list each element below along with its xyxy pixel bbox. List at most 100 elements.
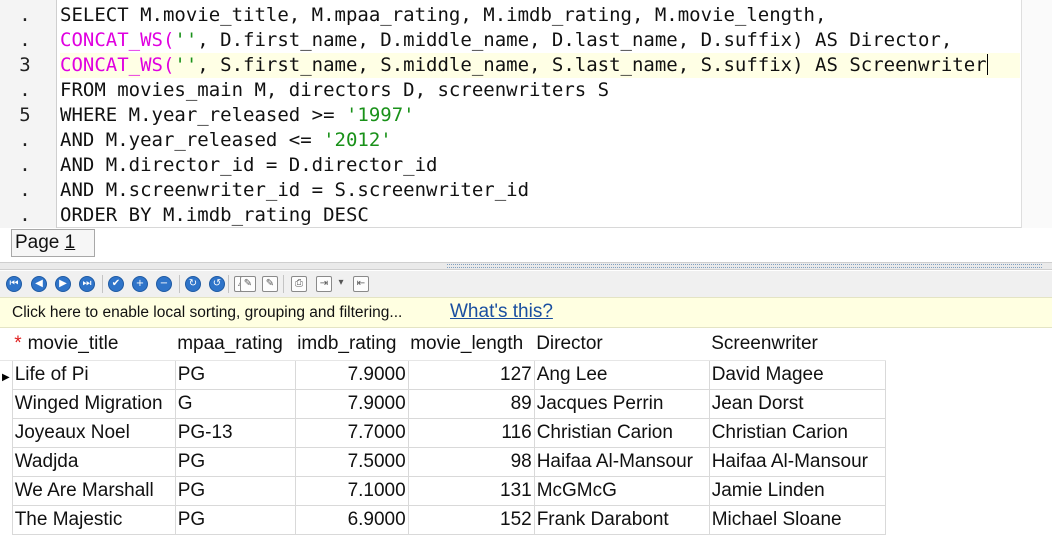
cell-screenwriter[interactable]: Haifaa Al-Mansour bbox=[708, 446, 886, 477]
import-icon[interactable]: ⇤ bbox=[353, 276, 369, 292]
row-indicator[interactable]: ▶ bbox=[0, 360, 13, 389]
cell-movie-length[interactable]: 98 bbox=[407, 446, 535, 477]
table-row[interactable]: Wadjda PG 7.5000 98 Haifaa Al-Mansour Haifaa … bbox=[0, 446, 886, 477]
row-indicator[interactable] bbox=[0, 447, 13, 476]
cell-imdb-rating[interactable]: 7.5000 bbox=[294, 446, 409, 477]
cell-director[interactable]: Jacques Perrin bbox=[533, 388, 710, 419]
cell-screenwriter[interactable]: David Magee bbox=[708, 359, 886, 390]
code-line[interactable]: SELECT M.movie_title, M.mpaa_rating, M.i… bbox=[60, 3, 1020, 28]
cell-screenwriter[interactable]: Michael Sloane bbox=[708, 504, 886, 535]
sql-keyword: DESC bbox=[323, 204, 369, 226]
cell-director[interactable]: Haifaa Al-Mansour bbox=[533, 446, 710, 477]
cell-movie-length[interactable]: 89 bbox=[407, 388, 535, 419]
column-header-movie-length[interactable]: movie_length bbox=[408, 329, 535, 361]
toolbar-separator bbox=[228, 275, 229, 293]
code-line[interactable]: WHERE M.year_released >= '1997' bbox=[60, 103, 1020, 128]
cell-screenwriter[interactable]: Jamie Linden bbox=[708, 475, 886, 506]
table-header-row: * movie_title mpaa_rating imdb_rating movie_… bbox=[0, 329, 886, 361]
code-line[interactable]: CONCAT_WS('', D.first_name, D.middle_nam… bbox=[60, 28, 1020, 53]
refresh-icon[interactable]: ↻ bbox=[185, 276, 201, 292]
row-indicator[interactable] bbox=[0, 476, 13, 505]
tab-page-1[interactable]: Page 1 bbox=[11, 229, 95, 257]
cell-screenwriter[interactable]: Christian Carion bbox=[708, 417, 886, 448]
cell-mpaa-rating[interactable]: G bbox=[174, 388, 296, 419]
row-indicator[interactable] bbox=[0, 505, 13, 534]
column-header-mpaa-rating[interactable]: mpaa_rating bbox=[175, 329, 296, 361]
sql-text: Screenwriter bbox=[837, 54, 987, 76]
cell-mpaa-rating[interactable]: PG bbox=[174, 504, 296, 535]
splitter-grip[interactable] bbox=[447, 264, 1042, 268]
code-line[interactable]: AND M.year_released <= '2012' bbox=[60, 128, 1020, 153]
pane-splitter[interactable] bbox=[0, 262, 1052, 270]
cell-imdb-rating[interactable]: 7.9000 bbox=[294, 388, 409, 419]
export-icon[interactable]: ⇥ bbox=[316, 276, 332, 292]
cell-movie-length[interactable]: 131 bbox=[407, 475, 535, 506]
cell-mpaa-rating[interactable]: PG-13 bbox=[174, 417, 296, 448]
cell-movie-title[interactable]: Wadjda bbox=[11, 446, 176, 477]
export-dropdown-icon[interactable]: ▾ bbox=[336, 276, 346, 292]
sql-keyword: AS bbox=[815, 29, 838, 51]
table-row[interactable]: We Are Marshall PG 7.1000 131 McGMcG Jamie Li… bbox=[0, 475, 886, 506]
code-line[interactable]: AND M.director_id = D.director_id bbox=[60, 153, 1020, 178]
grid-info-bar[interactable]: Click here to enable local sorting, grou… bbox=[0, 297, 1052, 328]
cell-movie-title[interactable]: Winged Migration bbox=[11, 388, 176, 419]
cell-mpaa-rating[interactable]: PG bbox=[174, 359, 296, 390]
print-icon[interactable]: ⎙ bbox=[291, 276, 307, 292]
cell-imdb-rating[interactable]: 7.1000 bbox=[294, 475, 409, 506]
insert-record-icon[interactable]: + bbox=[132, 276, 148, 292]
next-record-icon[interactable]: ▶ bbox=[55, 276, 71, 292]
sql-text: M.screenwriter_id = S.screenwriter_id bbox=[94, 179, 530, 201]
cell-movie-title[interactable]: The Majestic bbox=[11, 504, 176, 535]
row-indicator[interactable] bbox=[0, 418, 13, 447]
result-table: * movie_title mpaa_rating imdb_rating movie_… bbox=[0, 329, 886, 535]
column-header-label: imdb_rating bbox=[297, 333, 397, 355]
sql-keyword: FROM bbox=[60, 79, 106, 101]
cell-mpaa-rating[interactable]: PG bbox=[174, 475, 296, 506]
code-line[interactable]: CONCAT_WS('', S.first_name, S.middle_nam… bbox=[60, 53, 1020, 78]
first-record-icon[interactable]: ⏮ bbox=[6, 276, 22, 292]
table-row[interactable]: Joyeaux Noel PG-13 7.7000 116 Christian Cari… bbox=[0, 417, 886, 448]
column-header-screenwriter[interactable]: Screenwriter bbox=[709, 329, 886, 361]
cell-director[interactable]: Ang Lee bbox=[533, 359, 710, 390]
code-line[interactable]: FROM movies_main M, directors D, screenw… bbox=[60, 78, 1020, 103]
cell-movie-length[interactable]: 116 bbox=[407, 417, 535, 448]
sql-code-area[interactable]: SELECT M.movie_title, M.mpaa_rating, M.i… bbox=[59, 0, 1021, 228]
cell-mpaa-rating[interactable]: PG bbox=[174, 446, 296, 477]
previous-record-icon[interactable]: ◀ bbox=[31, 276, 47, 292]
sql-editor[interactable]: .. 3. 5.... SELECT M.movie_title, M.mpaa_r… bbox=[0, 0, 1052, 228]
whats-this-link[interactable]: What's this? bbox=[450, 301, 553, 323]
cell-director[interactable]: McGMcG bbox=[533, 475, 710, 506]
cell-movie-length[interactable]: 152 bbox=[407, 504, 535, 535]
delete-record-icon[interactable]: − bbox=[156, 276, 172, 292]
cell-director[interactable]: Christian Carion bbox=[533, 417, 710, 448]
editor-vertical-scrollbar[interactable] bbox=[1021, 0, 1052, 228]
cell-movie-length[interactable]: 127 bbox=[407, 359, 535, 390]
column-header-director[interactable]: Director bbox=[534, 329, 710, 361]
code-line[interactable]: ORDER BY M.imdb_rating DESC bbox=[60, 203, 1020, 228]
last-record-icon[interactable]: ⏭ bbox=[79, 276, 95, 292]
cell-movie-title[interactable]: Joyeaux Noel bbox=[11, 417, 176, 448]
sql-text: M.imdb_rating bbox=[151, 204, 324, 226]
post-record-icon[interactable]: ✔ bbox=[108, 276, 124, 292]
sql-keyword: AND bbox=[60, 129, 95, 151]
cell-imdb-rating[interactable]: 7.9000 bbox=[294, 359, 409, 390]
cell-imdb-rating[interactable]: 6.9000 bbox=[294, 504, 409, 535]
page-tab-prefix: Page bbox=[15, 232, 65, 253]
edit-active-icon[interactable]: ✎ bbox=[262, 276, 278, 292]
cell-director[interactable]: Frank Darabont bbox=[533, 504, 710, 535]
cell-movie-title[interactable]: We Are Marshall bbox=[11, 475, 176, 506]
sql-function: CONCAT_WS( bbox=[60, 29, 175, 51]
row-indicator[interactable] bbox=[0, 389, 13, 418]
edit-icon[interactable]: ✎ bbox=[240, 276, 256, 292]
column-header-movie-title[interactable]: * movie_title bbox=[12, 329, 176, 361]
code-line[interactable]: AND M.screenwriter_id = S.screenwriter_i… bbox=[60, 178, 1020, 203]
cell-screenwriter[interactable]: Jean Dorst bbox=[708, 388, 886, 419]
cell-imdb-rating[interactable]: 7.7000 bbox=[294, 417, 409, 448]
cell-movie-title[interactable]: Life of Pi bbox=[11, 359, 176, 390]
table-row[interactable]: Winged Migration G 7.9000 89 Jacques Perrin J… bbox=[0, 388, 886, 419]
info-bar-text[interactable]: Click here to enable local sorting, grou… bbox=[12, 304, 402, 322]
table-row[interactable]: ▶ Life of Pi PG 7.9000 127 Ang Lee David Magee bbox=[0, 359, 886, 390]
table-row[interactable]: The Majestic PG 6.9000 152 Frank Darabont Mic… bbox=[0, 504, 886, 535]
cancel-edit-icon[interactable]: ↺ bbox=[209, 276, 225, 292]
column-header-imdb-rating[interactable]: imdb_rating bbox=[295, 329, 409, 361]
